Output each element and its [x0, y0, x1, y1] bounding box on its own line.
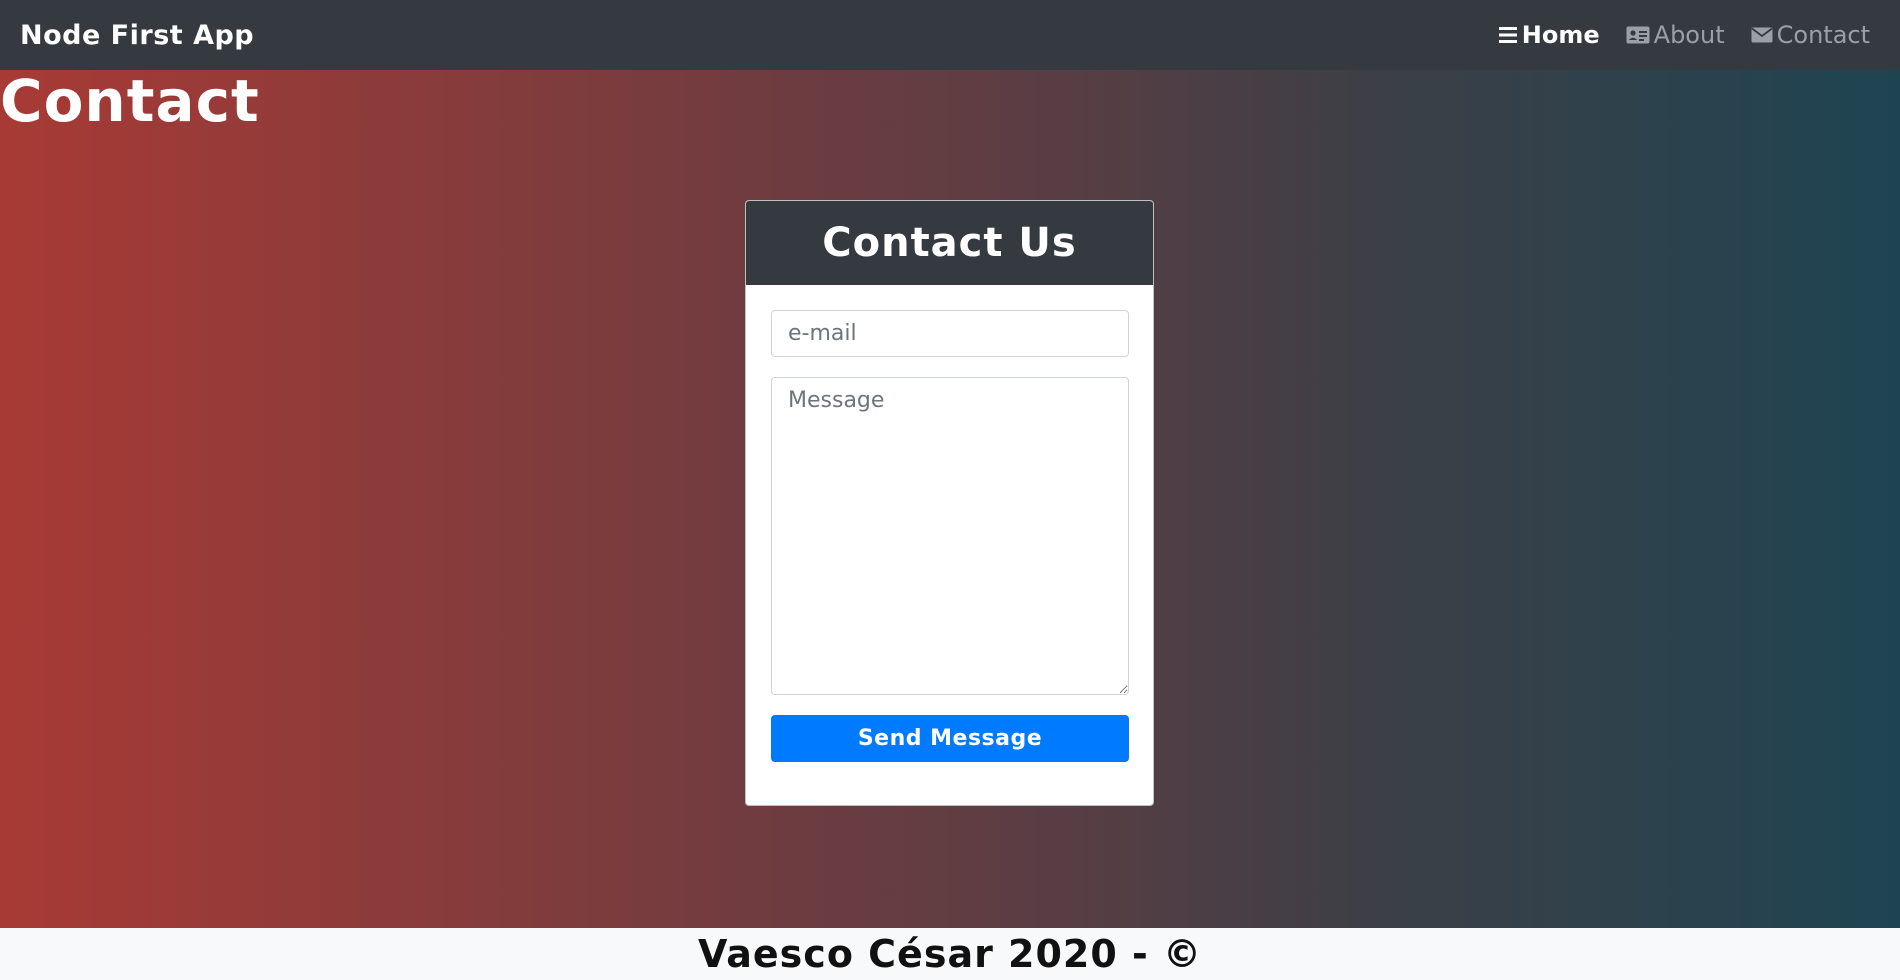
- nav-link-home[interactable]: Home: [1498, 21, 1600, 49]
- footer-copyright: Vaesco César 2020 - ©: [697, 932, 1203, 976]
- message-field[interactable]: [771, 377, 1129, 695]
- contact-card-header: Contact Us: [746, 201, 1153, 285]
- contact-card: Contact Us Send Message: [745, 200, 1154, 806]
- email-field[interactable]: [771, 310, 1129, 357]
- brand-name[interactable]: Node First App: [20, 20, 254, 51]
- page-title: Contact: [0, 67, 260, 135]
- nav-link-contact[interactable]: Contact: [1751, 21, 1870, 49]
- footer: Vaesco César 2020 - ©: [0, 928, 1900, 980]
- nav-link-home-label: Home: [1521, 21, 1600, 49]
- nav-links: Home About Contact: [1498, 21, 1870, 49]
- envelope-icon: [1751, 27, 1773, 43]
- top-navbar: Node First App Home About Contact: [0, 0, 1900, 70]
- nav-link-contact-label: Contact: [1776, 21, 1870, 49]
- id-card-icon: [1626, 26, 1650, 44]
- contact-card-title: Contact Us: [822, 220, 1077, 266]
- send-message-button[interactable]: Send Message: [771, 715, 1129, 762]
- contact-card-body: Send Message: [746, 285, 1153, 762]
- hero-section: Contact Contact Us Send Message: [0, 70, 1900, 928]
- bars-icon: [1498, 26, 1518, 44]
- nav-link-about-label: About: [1653, 21, 1725, 49]
- nav-link-about[interactable]: About: [1626, 21, 1725, 49]
